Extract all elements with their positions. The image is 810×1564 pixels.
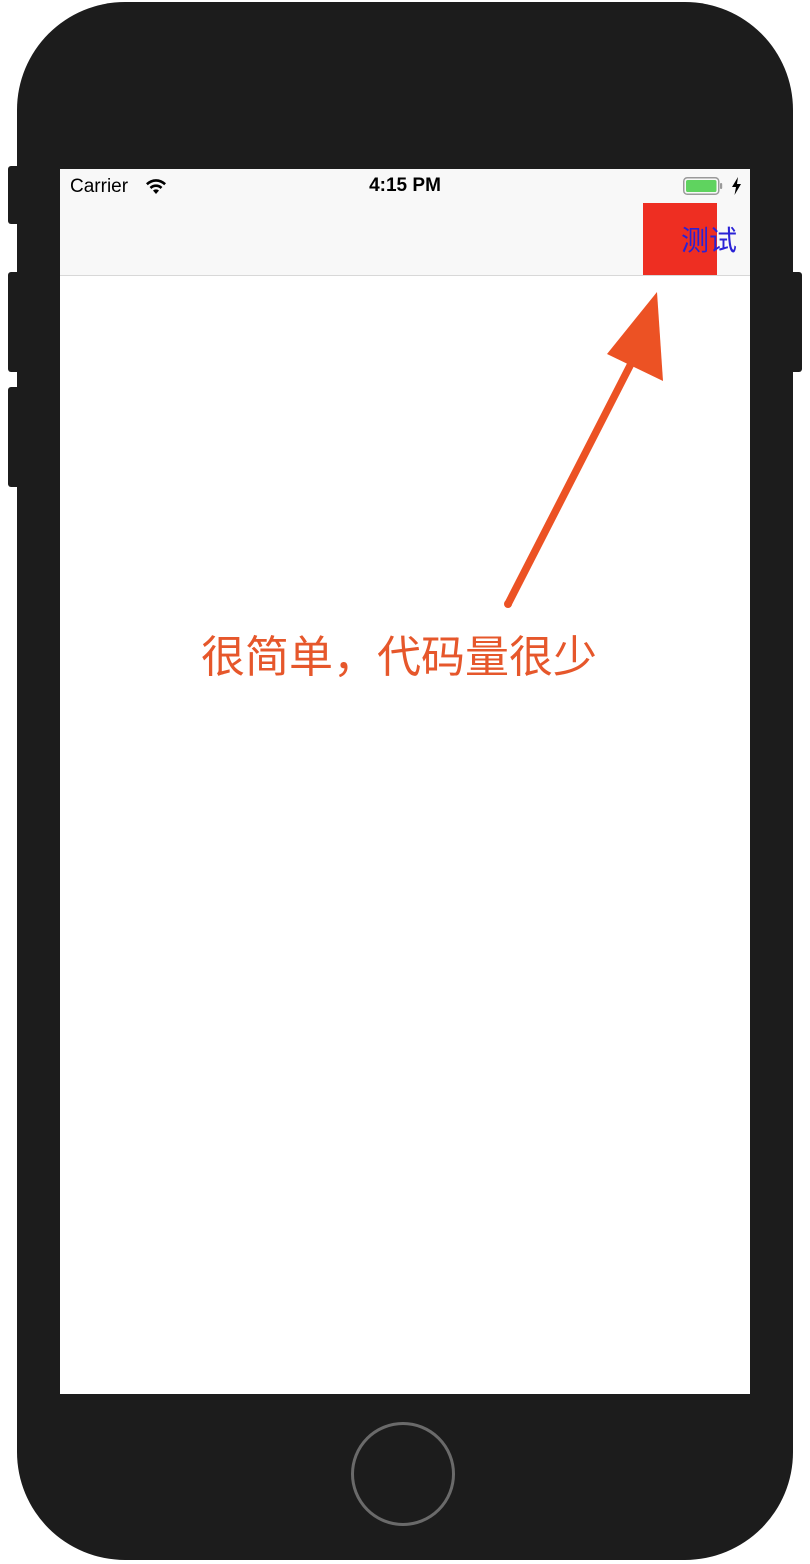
status-time: 4:15 PM <box>369 175 441 196</box>
charging-bolt-icon <box>732 177 741 195</box>
status-bar: Carrier 4:15 PM <box>60 169 750 203</box>
annotation-caption: 很简单，代码量很少 <box>201 632 597 683</box>
battery-full-icon <box>683 177 723 195</box>
power-button <box>792 272 802 372</box>
home-button-icon[interactable] <box>351 1422 455 1526</box>
arrow-up-right-icon <box>504 292 663 608</box>
test-bar-button[interactable]: 测试 <box>681 219 737 259</box>
device-screen: Carrier 4:15 PM 测试 很简单，代码量很少 <box>60 169 750 1394</box>
navigation-bar: 测试 <box>60 203 750 276</box>
